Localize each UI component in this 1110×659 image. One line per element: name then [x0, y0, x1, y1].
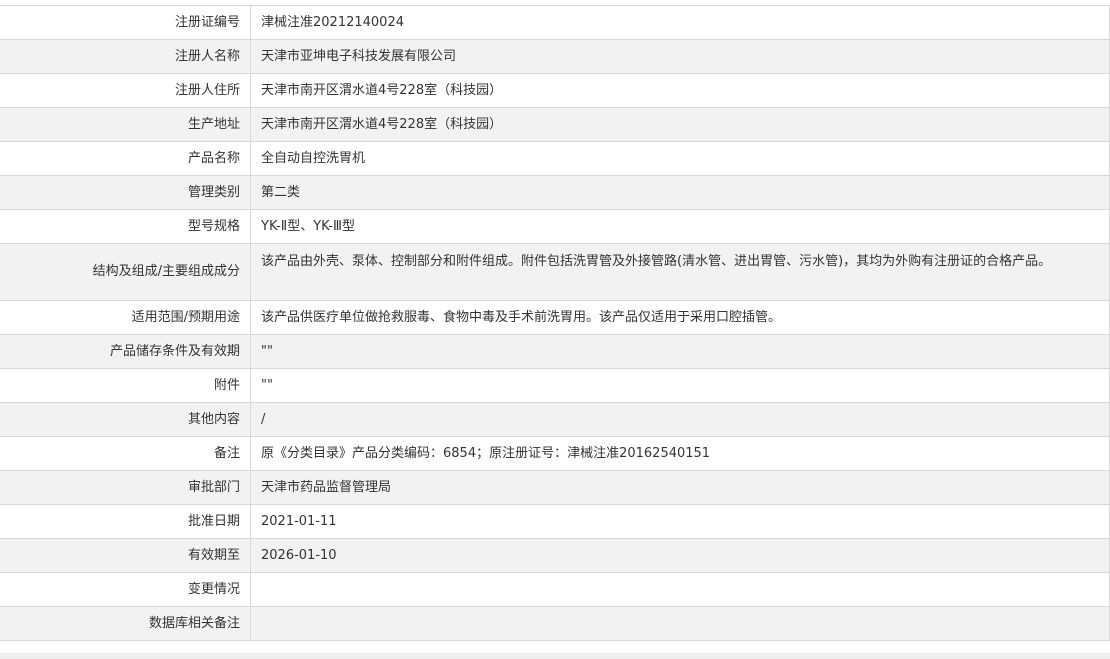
row-value	[251, 607, 1109, 640]
row-label: 数据库相关备注	[0, 607, 251, 640]
row-label: 备注	[0, 437, 251, 470]
row-production-address: 生产地址 天津市南开区渭水道4号228室（科技园）	[0, 108, 1109, 142]
row-approval-date: 批准日期 2021-01-11	[0, 505, 1109, 539]
row-label: 型号规格	[0, 210, 251, 243]
row-valid-until: 有效期至 2026-01-10	[0, 539, 1109, 573]
row-value: 天津市亚坤电子科技发展有限公司	[261, 49, 457, 64]
row-value: 该产品由外壳、泵体、控制部分和附件组成。附件包括洗胃管及外接管路(清水管、进出胃…	[261, 254, 1052, 269]
row-label: 批准日期	[0, 505, 251, 538]
row-other-content: 其他内容 /	[0, 403, 1109, 437]
row-value: 天津市药品监督管理局	[261, 480, 392, 495]
row-value: 第二类	[261, 185, 301, 200]
row-label: 结构及组成/主要组成成分	[0, 244, 251, 300]
row-structure-composition: 结构及组成/主要组成成分 该产品由外壳、泵体、控制部分和附件组成。附件包括洗胃管…	[0, 244, 1109, 301]
row-label: 产品名称	[0, 142, 251, 175]
row-value: 原《分类目录》产品分类编码：6854；原注册证号：津械注准20162540151	[261, 446, 711, 461]
row-approval-department: 审批部门 天津市药品监督管理局	[0, 471, 1109, 505]
row-label: 其他内容	[0, 403, 251, 436]
row-attachments: 附件 ""	[0, 369, 1109, 403]
row-model-spec: 型号规格 YK-Ⅱ型、YK-Ⅲ型	[0, 210, 1109, 244]
row-registrant-address: 注册人住所 天津市南开区渭水道4号228室（科技园）	[0, 74, 1109, 108]
detail-table: 注册证编号 津械注准20212140024 注册人名称 天津市亚坤电子科技发展有…	[0, 5, 1110, 641]
row-label: 适用范围/预期用途	[0, 301, 251, 334]
row-label: 注册人住所	[0, 74, 251, 107]
row-management-category: 管理类别 第二类	[0, 176, 1109, 210]
row-value: ""	[261, 344, 273, 359]
row-change-status: 变更情况	[0, 573, 1109, 607]
row-label: 有效期至	[0, 539, 251, 572]
row-label: 生产地址	[0, 108, 251, 141]
row-value: 2026-01-10	[261, 548, 337, 563]
row-value: 2021-01-11	[261, 514, 337, 529]
row-product-name: 产品名称 全自动自控洗胃机	[0, 142, 1109, 176]
row-label: 变更情况	[0, 573, 251, 606]
row-label: 管理类别	[0, 176, 251, 209]
row-registration-number: 注册证编号 津械注准20212140024	[0, 6, 1109, 40]
row-database-remarks: 数据库相关备注	[0, 607, 1109, 641]
row-storage-validity: 产品储存条件及有效期 ""	[0, 335, 1109, 369]
row-label: 产品储存条件及有效期	[0, 335, 251, 368]
row-remarks: 备注 原《分类目录》产品分类编码：6854；原注册证号：津械注准20162540…	[0, 437, 1109, 471]
row-value: 天津市南开区渭水道4号228室（科技园）	[261, 117, 503, 132]
row-label: 审批部门	[0, 471, 251, 504]
row-label: 注册证编号	[0, 6, 251, 39]
row-value: 津械注准20212140024	[261, 15, 404, 30]
row-intended-use: 适用范围/预期用途 该产品供医疗单位做抢救服毒、食物中毒及手术前洗胃用。该产品仅…	[0, 301, 1109, 335]
bottom-scroll-area	[0, 653, 1110, 659]
row-value: /	[261, 412, 266, 427]
row-value: 全自动自控洗胃机	[261, 151, 366, 166]
row-label: 附件	[0, 369, 251, 402]
row-value: ""	[261, 378, 273, 393]
row-value	[251, 573, 1109, 606]
row-value: YK-Ⅱ型、YK-Ⅲ型	[261, 219, 355, 234]
row-label: 注册人名称	[0, 40, 251, 73]
row-registrant-name: 注册人名称 天津市亚坤电子科技发展有限公司	[0, 40, 1109, 74]
row-value: 该产品供医疗单位做抢救服毒、食物中毒及手术前洗胃用。该产品仅适用于采用口腔插管。	[261, 310, 782, 325]
row-value: 天津市南开区渭水道4号228室（科技园）	[261, 83, 503, 98]
